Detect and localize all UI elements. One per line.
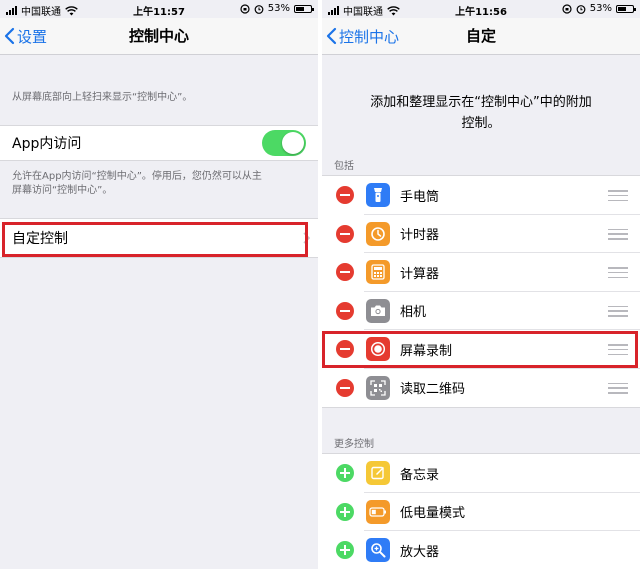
control-label: 屏幕录制 <box>400 343 453 359</box>
flashlight-icon <box>366 183 390 207</box>
add-icon[interactable] <box>336 502 354 521</box>
control-row-timer: 计时器 <box>322 215 640 253</box>
status-bar: 中国联通 上午11:57 53% <box>0 0 318 18</box>
magnifier-icon <box>366 538 390 562</box>
control-label: 计算器 <box>400 266 440 282</box>
remove-icon[interactable] <box>336 263 354 281</box>
reorder-handle-icon[interactable] <box>608 228 628 240</box>
control-label: 手电筒 <box>400 189 440 205</box>
battery-percent: 53% <box>589 3 612 14</box>
control-label: 低电量模式 <box>400 506 466 522</box>
back-label: 设置 <box>17 27 48 46</box>
control-row-low-power: 低电量模式 <box>322 493 640 531</box>
control-row-qr-reader: 读取二维码 <box>322 369 640 408</box>
alarm-icon <box>576 4 586 14</box>
control-row-screen-recording: 屏幕录制 <box>322 330 640 369</box>
remove-icon[interactable] <box>336 378 354 397</box>
control-row-calculator: 计算器 <box>322 253 640 292</box>
chevron-right-icon <box>303 232 310 244</box>
control-label: 备忘录 <box>400 467 440 483</box>
remove-icon[interactable] <box>336 186 354 204</box>
app-access-label: App内访问 <box>12 136 82 152</box>
camera-icon <box>366 298 390 323</box>
swipe-description: 从屏幕底部向上轻扫来显示“控制中心”。 <box>12 92 193 103</box>
battery-percent: 53% <box>267 3 290 14</box>
battery-icon <box>616 4 636 13</box>
customize-controls-row[interactable]: 自定控制 <box>0 218 318 258</box>
page-title: 控制中心 <box>128 27 189 45</box>
back-button[interactable]: 控制中心 <box>326 18 399 54</box>
intro-text: 添加和整理显示在“控制中心”中的附加 控制。 <box>370 95 592 131</box>
chevron-left-icon <box>4 27 15 45</box>
calculator-icon <box>366 260 390 284</box>
control-row-notes: 备忘录 <box>322 454 640 493</box>
reorder-handle-icon[interactable] <box>608 267 628 278</box>
back-button[interactable]: 设置 <box>4 18 47 54</box>
nav-bar: 控制中心 自定 <box>322 18 640 55</box>
control-label: 读取二维码 <box>400 382 466 398</box>
more-controls-section-header: 更多控制 <box>334 439 374 450</box>
control-label: 计时器 <box>400 228 440 244</box>
battery-icon <box>294 4 314 13</box>
notes-icon <box>366 461 390 485</box>
back-label: 控制中心 <box>339 27 400 46</box>
reorder-handle-icon[interactable] <box>608 305 628 317</box>
nav-bar: 设置 控制中心 <box>0 18 318 55</box>
more-controls-list: 备忘录 低电量模式 放大器 <box>322 453 640 569</box>
remove-icon[interactable] <box>336 224 354 243</box>
remove-icon[interactable] <box>336 301 354 320</box>
control-row-camera: 相机 <box>322 292 640 330</box>
control-label: 相机 <box>400 305 427 321</box>
included-list: 手电筒 计时器 计算器 相机 屏幕录制 读取二维码 <box>322 175 640 408</box>
app-access-description: 允许在App内访问“控制中心”。停用后，您仍然可以从主 屏幕访问“控制中心”。 <box>12 171 262 196</box>
control-label: 放大器 <box>400 544 440 560</box>
control-row-flashlight: 手电筒 <box>322 176 640 215</box>
customize-controls-label: 自定控制 <box>12 231 68 247</box>
orientation-lock-icon <box>562 3 572 14</box>
status-bar: 中国联通 上午11:56 53% <box>322 0 640 18</box>
control-center-screen: 中国联通 上午11:57 53% 设置 控制中心 从屏幕底部向上轻扫来显示“控制… <box>0 0 318 569</box>
orientation-lock-icon <box>240 3 250 14</box>
timer-icon <box>366 221 390 246</box>
add-icon[interactable] <box>336 541 354 559</box>
app-access-toggle[interactable] <box>262 130 306 156</box>
customize-screen: 中国联通 上午11:56 53% 控制中心 自定 添加和整理显示在“控制中心”中… <box>322 0 640 569</box>
low-power-icon <box>366 499 390 524</box>
remove-icon[interactable] <box>336 340 354 358</box>
reorder-handle-icon[interactable] <box>608 190 628 201</box>
reorder-handle-icon[interactable] <box>608 344 628 355</box>
control-row-magnifier: 放大器 <box>322 531 640 569</box>
chevron-left-icon <box>326 27 337 45</box>
alarm-icon <box>254 4 264 14</box>
reorder-handle-icon[interactable] <box>608 382 628 394</box>
qr-code-icon <box>366 375 390 400</box>
add-icon[interactable] <box>336 464 354 482</box>
screen-record-icon <box>366 337 390 361</box>
included-section-header: 包括 <box>334 161 354 172</box>
app-access-row: App内访问 <box>0 125 318 161</box>
